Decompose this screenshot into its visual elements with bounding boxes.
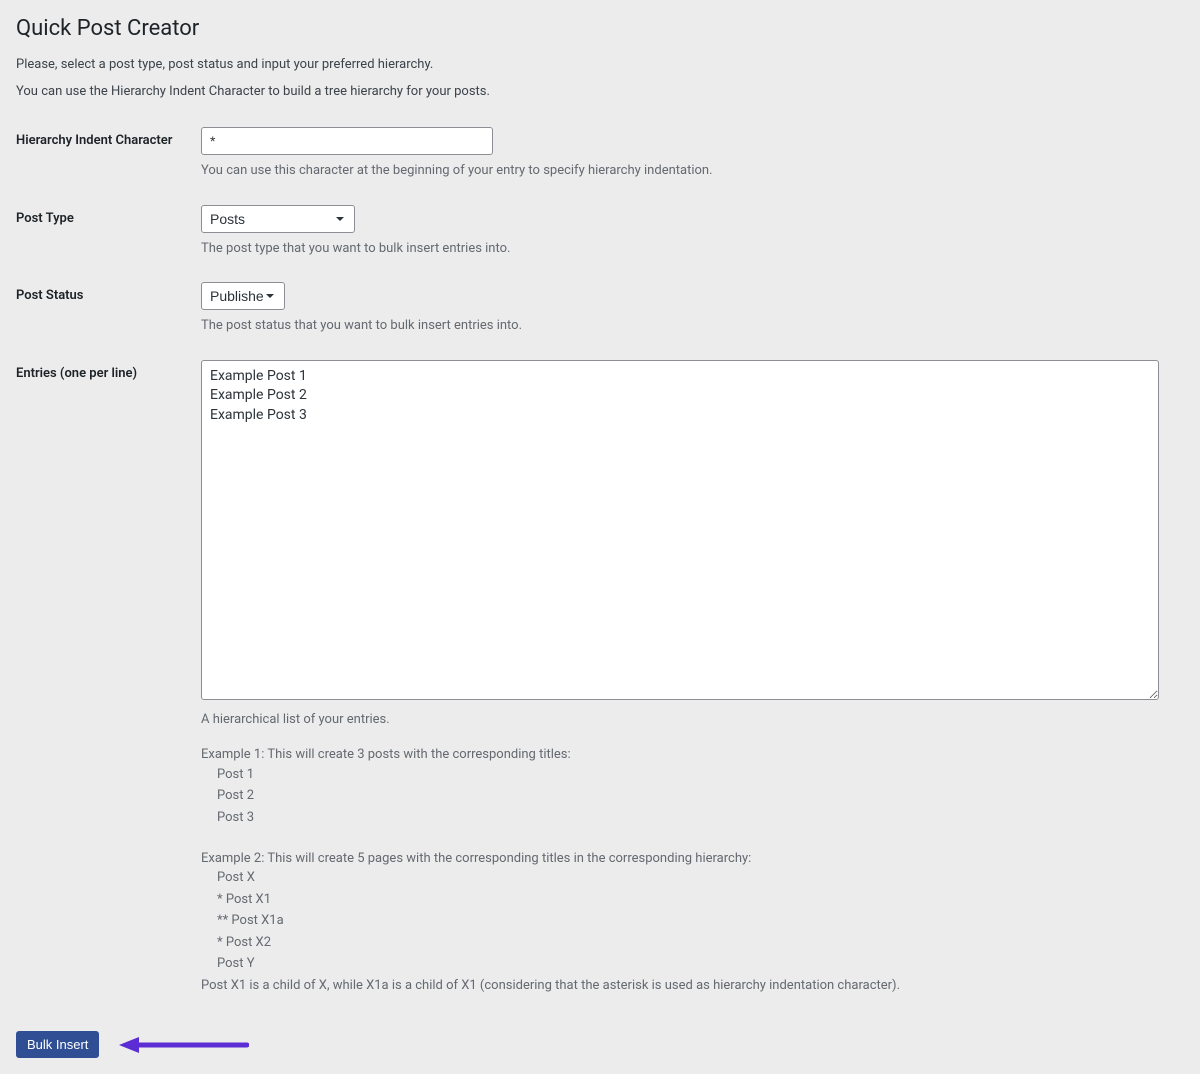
hierarchy-indent-label: Hierarchy Indent Character (16, 127, 201, 148)
example-2-line-5: Post Y (201, 954, 1184, 974)
hierarchy-indent-input[interactable] (201, 127, 493, 155)
entries-description: A hierarchical list of your entries. Exa… (201, 710, 1184, 996)
row-post-type: Post Type Posts The post type that you w… (16, 193, 1184, 271)
post-type-label: Post Type (16, 205, 201, 226)
example-1-title: Example 1: This will create 3 posts with… (201, 745, 1184, 765)
entries-textarea[interactable]: Example Post 1 Example Post 2 Example Po… (201, 360, 1159, 700)
post-status-label: Post Status (16, 282, 201, 303)
entries-desc-intro: A hierarchical list of your entries. (201, 710, 1184, 730)
post-status-select[interactable]: Published (201, 282, 285, 310)
example-1-line-2: Post 2 (201, 786, 1184, 806)
example-2-line-4: * Post X2 (201, 933, 1184, 953)
settings-form: Hierarchy Indent Character You can use t… (16, 115, 1184, 1007)
example-2-note: Post X1 is a child of X, while X1a is a … (201, 976, 1184, 996)
post-status-description: The post status that you want to bulk in… (201, 316, 1184, 336)
submit-area: Bulk Insert (16, 1031, 1184, 1058)
example-2: Example 2: This will create 5 pages with… (201, 849, 1184, 996)
example-1-line-3: Post 3 (201, 808, 1184, 828)
hierarchy-indent-description: You can use this character at the beginn… (201, 161, 1184, 181)
row-hierarchy-indent: Hierarchy Indent Character You can use t… (16, 115, 1184, 193)
example-1-line-1: Post 1 (201, 765, 1184, 785)
post-type-description: The post type that you want to bulk inse… (201, 239, 1184, 259)
post-type-select[interactable]: Posts (201, 205, 355, 233)
arrow-annotation-icon (119, 1034, 249, 1056)
row-post-status: Post Status Published The post status th… (16, 270, 1184, 348)
intro-text-2: You can use the Hierarchy Indent Charact… (16, 84, 1184, 99)
intro-text-1: Please, select a post type, post status … (16, 57, 1184, 72)
example-2-line-1: Post X (201, 868, 1184, 888)
bulk-insert-button[interactable]: Bulk Insert (16, 1031, 99, 1058)
example-1: Example 1: This will create 3 posts with… (201, 745, 1184, 827)
page-title: Quick Post Creator (16, 16, 1184, 41)
row-entries: Entries (one per line) Example Post 1 Ex… (16, 348, 1184, 1008)
example-2-title: Example 2: This will create 5 pages with… (201, 849, 1184, 869)
entries-label: Entries (one per line) (16, 360, 201, 381)
example-2-line-3: ** Post X1a (201, 911, 1184, 931)
example-2-line-2: * Post X1 (201, 890, 1184, 910)
